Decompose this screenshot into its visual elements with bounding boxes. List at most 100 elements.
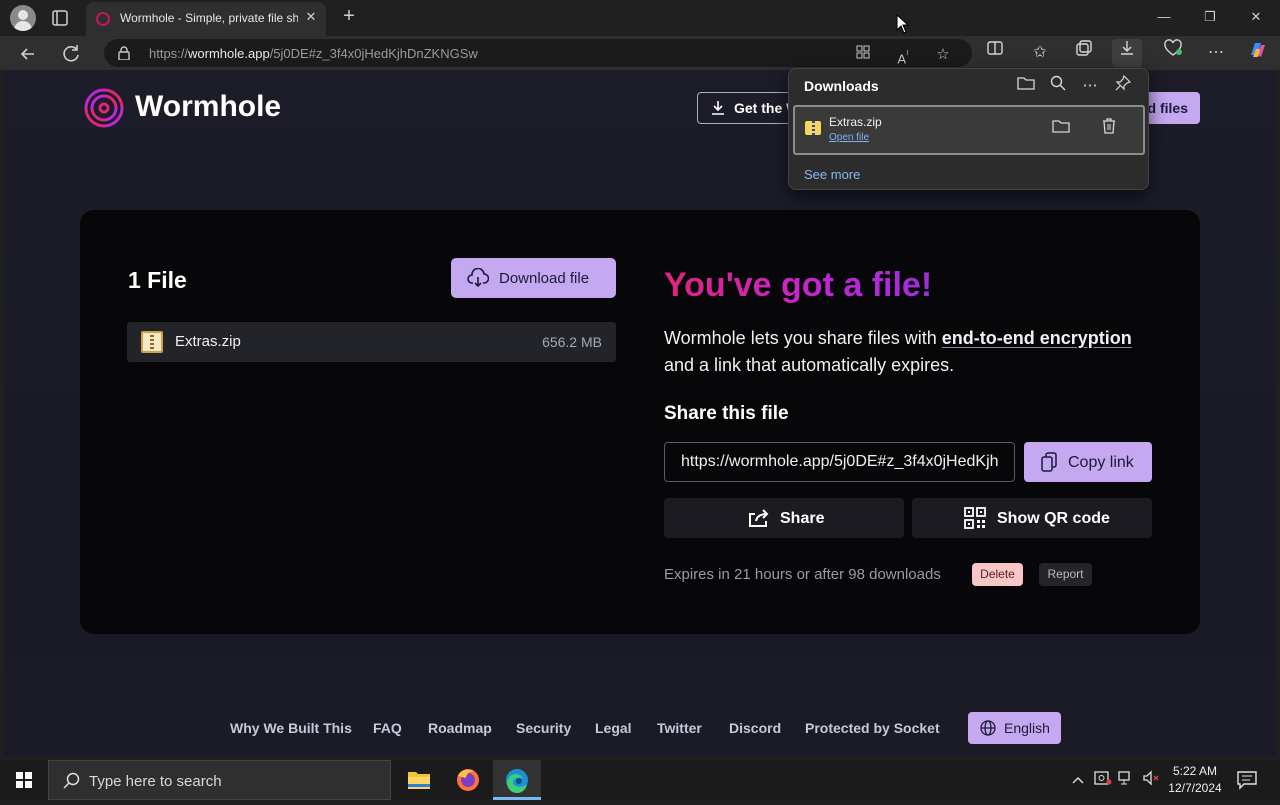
expiry-text: Expires in 21 hours or after 98 download… — [664, 566, 941, 583]
split-screen-icon[interactable] — [980, 39, 1010, 67]
encryption-link[interactable]: end-to-end encryption — [942, 328, 1132, 348]
zip-file-icon — [141, 331, 163, 353]
download-file-label: Download file — [499, 270, 590, 287]
lock-icon[interactable] — [118, 46, 130, 60]
chevron-up-icon[interactable] — [1068, 770, 1088, 790]
url-path: /5j0DE#z_3f4x0jHedKjhDnZKNGSw — [269, 46, 478, 61]
windows-start-icon[interactable] — [0, 760, 48, 800]
copy-link-button[interactable]: Copy link — [1024, 442, 1152, 482]
copilot-icon[interactable] — [1243, 39, 1273, 67]
edge-browser-icon[interactable] — [493, 760, 541, 800]
downloads-icon[interactable] — [1112, 39, 1142, 67]
show-qr-code-button[interactable]: Show QR code — [912, 498, 1152, 538]
windows-taskbar: Type here to search 5:22 AM 12/7/2024 — [0, 760, 1280, 800]
close-window-button[interactable]: ✕ — [1236, 4, 1276, 30]
see-more-link[interactable]: See more — [804, 167, 860, 182]
share-heading: Share this file — [664, 403, 789, 424]
qr-code-icon — [964, 507, 986, 529]
read-aloud-icon[interactable]: A⁾ — [892, 44, 914, 66]
clock-time: 5:22 AM — [1172, 764, 1218, 778]
report-button[interactable]: Report — [1039, 563, 1092, 586]
wormhole-logo-icon[interactable] — [82, 86, 126, 130]
profile-avatar-icon[interactable] — [10, 5, 36, 31]
wormhole-favicon-icon — [96, 12, 110, 26]
file-explorer-icon[interactable] — [395, 760, 443, 800]
browser-tab[interactable]: Wormhole - Simple, private file sharing … — [86, 2, 326, 36]
file-card: 1 File Download file Extras.zip 656.2 MB… — [80, 210, 1200, 634]
open-file-link[interactable]: Open file — [829, 132, 869, 143]
footer-link-twitter[interactable]: Twitter — [657, 720, 702, 736]
tab-actions-icon[interactable] — [48, 6, 72, 30]
volume-muted-icon[interactable] — [1141, 770, 1161, 790]
network-icon[interactable] — [1117, 770, 1137, 790]
send-files-label: d files — [1147, 100, 1188, 116]
delete-button[interactable]: Delete — [972, 563, 1023, 586]
search-icon — [63, 772, 80, 789]
share-link-input[interactable] — [664, 442, 1015, 482]
footer-link-faq[interactable]: FAQ — [373, 720, 402, 736]
download-icon — [712, 101, 724, 115]
delete-download-icon[interactable] — [1097, 118, 1121, 142]
firefox-icon[interactable] — [444, 760, 492, 800]
show-in-folder-icon[interactable] — [1049, 118, 1073, 142]
address-bar[interactable]: https://wormhole.app/5j0DE#z_3f4x0jHedKj… — [104, 39, 972, 67]
file-size: 656.2 MB — [542, 334, 602, 350]
system-clock[interactable]: 5:22 AM 12/7/2024 — [1160, 763, 1230, 797]
share-label: Share — [780, 510, 825, 527]
file-count: 1 File — [128, 267, 187, 293]
downloads-panel: Downloads ⋯ Extras.zip Open file See mor… — [788, 68, 1149, 190]
open-downloads-folder-icon[interactable] — [1015, 75, 1037, 97]
cloud-download-icon — [467, 268, 489, 288]
notification-center-icon[interactable] — [1236, 770, 1258, 790]
taskbar-search-placeholder: Type here to search — [89, 773, 222, 790]
collections-icon[interactable] — [1069, 39, 1099, 67]
show-qr-code-label: Show QR code — [997, 510, 1110, 527]
meet-now-icon[interactable] — [1093, 770, 1113, 790]
downloads-title: Downloads — [804, 78, 879, 94]
download-item[interactable]: Extras.zip Open file — [793, 105, 1145, 155]
description: Wormhole lets you share files with end-t… — [664, 328, 1132, 375]
pin-icon[interactable] — [1112, 74, 1134, 97]
footer-link-protected-by-socket[interactable]: Protected by Socket — [805, 720, 940, 736]
footer-link-discord[interactable]: Discord — [729, 720, 781, 736]
zip-folder-icon — [805, 121, 821, 135]
copy-link-label: Copy link — [1068, 454, 1134, 471]
app-available-icon[interactable] — [852, 44, 874, 66]
globe-icon — [980, 720, 996, 736]
file-list-item[interactable]: Extras.zip 656.2 MB — [127, 322, 616, 362]
mouse-cursor-icon — [896, 14, 910, 34]
taskbar-search-box[interactable]: Type here to search — [48, 760, 391, 800]
favorites-icon[interactable]: ✩ — [1025, 39, 1055, 67]
share-button[interactable]: Share — [664, 498, 904, 538]
url-domain: wormhole.app — [188, 46, 270, 61]
settings-more-icon[interactable]: ⋯ — [1201, 39, 1231, 67]
headline: You've got a file! — [664, 266, 933, 304]
wormhole-logo-text[interactable]: Wormhole — [135, 90, 281, 124]
footer-link-legal[interactable]: Legal — [595, 720, 632, 736]
language-button[interactable]: English — [968, 712, 1061, 744]
more-options-icon[interactable]: ⋯ — [1079, 75, 1101, 97]
clock-date: 12/7/2024 — [1168, 781, 1222, 795]
download-item-name: Extras.zip — [829, 115, 882, 129]
footer-link-why-we-built-this[interactable]: Why We Built This — [230, 720, 352, 736]
language-label: English — [1004, 720, 1050, 736]
tab-title: Wormhole - Simple, private file sharing — [120, 11, 298, 25]
footer-link-roadmap[interactable]: Roadmap — [428, 720, 492, 736]
restore-button[interactable]: ❐ — [1190, 4, 1230, 30]
refresh-icon[interactable] — [58, 40, 86, 68]
file-name: Extras.zip — [175, 333, 241, 350]
tab-close-icon[interactable]: ✕ — [302, 8, 320, 26]
url-text[interactable]: https://wormhole.app/5j0DE#z_3f4x0jHedKj… — [149, 46, 478, 61]
copy-icon — [1041, 452, 1057, 472]
share-icon — [749, 509, 769, 527]
footer-link-security[interactable]: Security — [516, 720, 571, 736]
new-tab-button[interactable]: + — [336, 4, 362, 30]
browser-toolbar: https://wormhole.app/5j0DE#z_3f4x0jHedKj… — [0, 36, 1280, 70]
favorite-star-icon[interactable]: ☆ — [932, 44, 954, 66]
minimize-button[interactable]: — — [1144, 4, 1184, 30]
back-arrow-icon[interactable] — [14, 40, 42, 68]
browser-titlebar: Wormhole - Simple, private file sharing … — [0, 0, 1280, 36]
download-file-button[interactable]: Download file — [451, 258, 616, 298]
browser-essentials-icon[interactable] — [1158, 39, 1188, 67]
search-downloads-icon[interactable] — [1047, 75, 1069, 97]
